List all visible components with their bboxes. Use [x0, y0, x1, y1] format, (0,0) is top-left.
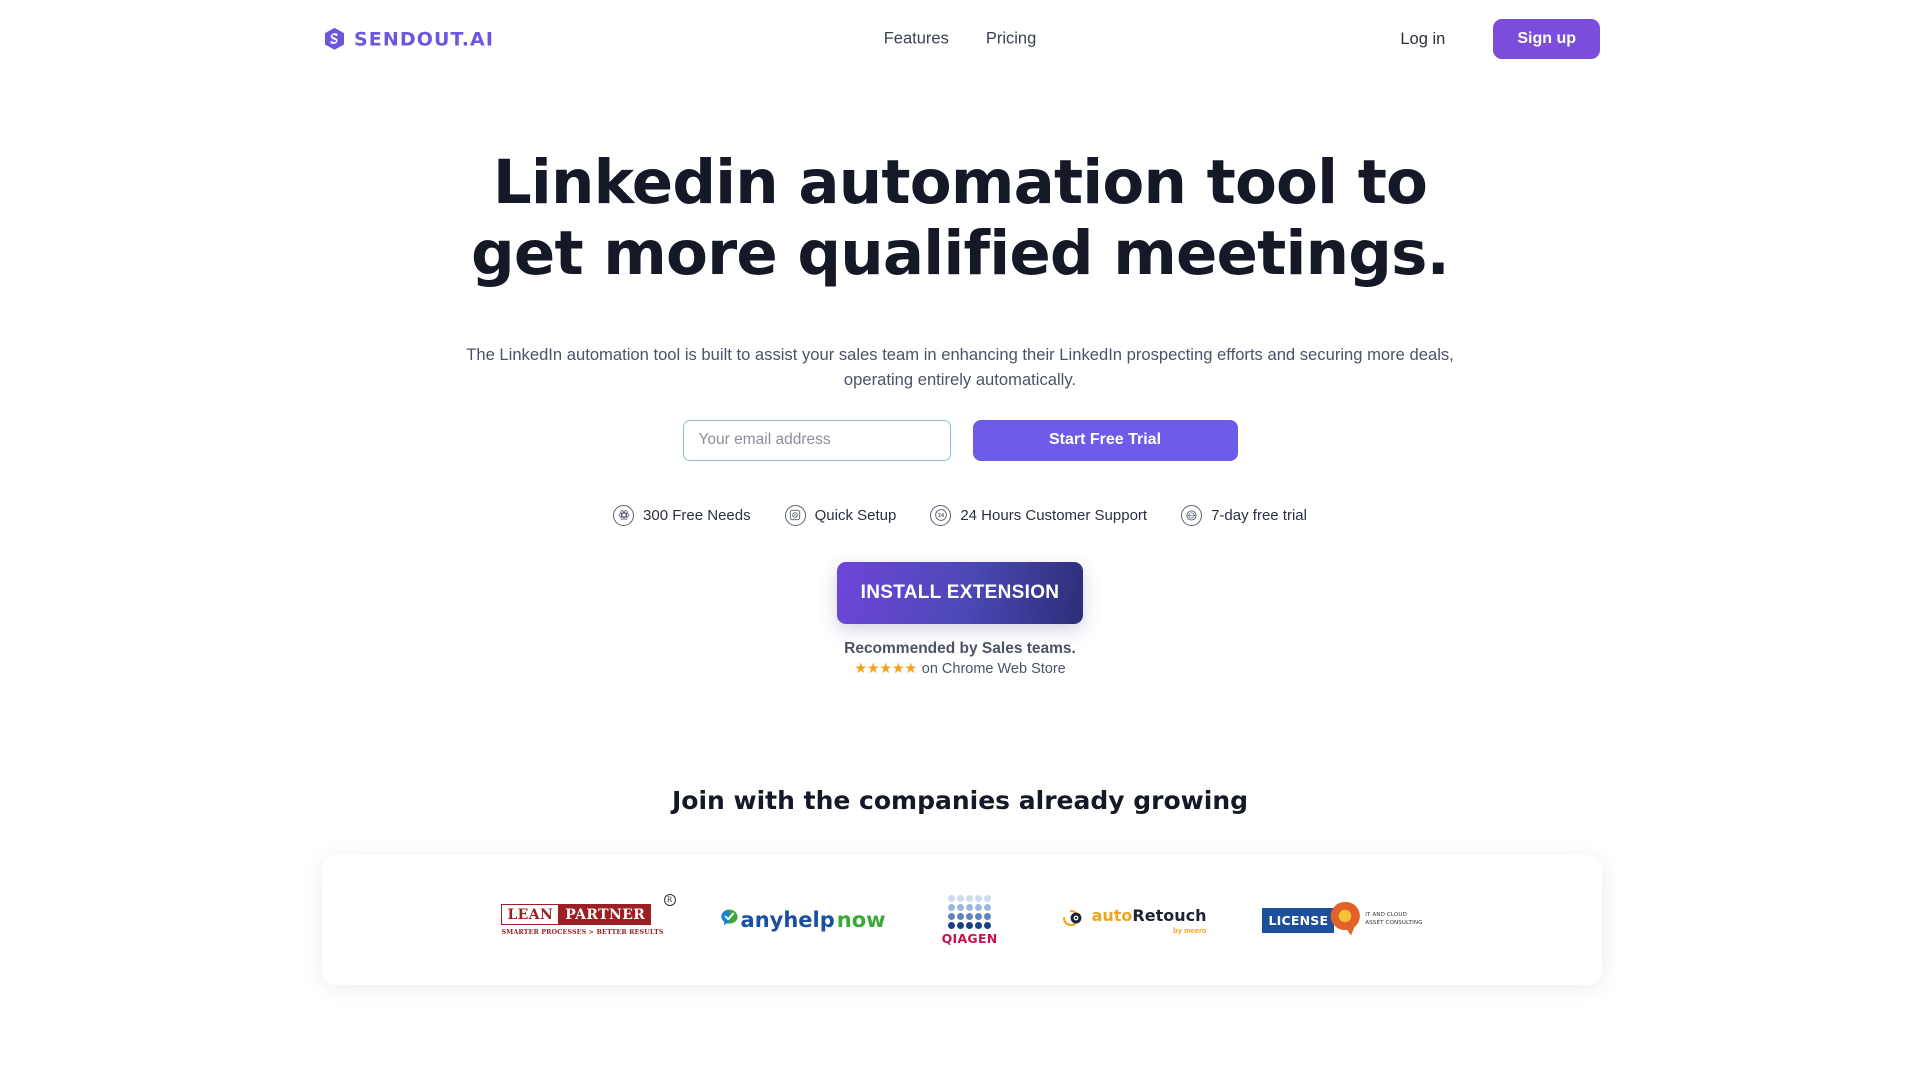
hero-section: Linkedin automation tool to get more qua… [0, 147, 1920, 677]
svg-text:24: 24 [938, 514, 944, 520]
check-bubble-icon [720, 908, 739, 932]
autoretouch-sub: by meero [1173, 925, 1207, 935]
logo-lean-partner: LEAN PARTNER R SMARTER PROCESSES > BETTE… [501, 894, 676, 936]
logo-anyhelpnow: anyhelp now [720, 908, 886, 932]
star-rating: ★★★★★ [854, 660, 917, 677]
hero-subtitle: The LinkedIn automation tool is built to… [466, 344, 1454, 389]
badge-label: 300 Free Needs [643, 506, 751, 524]
badge-label: Quick Setup [814, 506, 897, 524]
badge-24-hours-support: 24 24 Hours Customer Support [930, 504, 1148, 526]
license-word: LICENSE [1262, 907, 1335, 933]
nav-item-pricing[interactable]: Pricing [986, 30, 1036, 49]
license-q-tagline: IT AND CLOUD ASSET CONSULTING [1365, 912, 1422, 927]
login-link[interactable]: Log in [1400, 30, 1445, 49]
signup-form: Start Free Trial [0, 419, 1920, 461]
logo-qiagen: QIAGEN [941, 894, 998, 946]
install-extension-button[interactable]: INSTALL EXTENSION [837, 561, 1083, 624]
license-q-icon [1328, 900, 1362, 941]
autoretouch-part-two: Retouch [1132, 905, 1207, 925]
license-q-tagline-line-two: ASSET CONSULTING [1365, 920, 1423, 926]
header-actions: Log in Sign up [1400, 19, 1600, 59]
rating-line: ★★★★★ on Chrome Web Store [854, 661, 1066, 677]
feature-badges: 300 Free Needs Quick Setup 24 24 Hours C… [0, 504, 1920, 526]
lean-partner-tagline: SMARTER PROCESSES > BETTER RESULTS [501, 928, 664, 936]
company-logos-card: LEAN PARTNER R SMARTER PROCESSES > BETTE… [322, 855, 1602, 985]
page-title: Linkedin automation tool to get more qua… [471, 147, 1450, 289]
lean-partner-word-one: LEAN [501, 904, 560, 925]
qiagen-wordmark: QIAGEN [941, 930, 998, 946]
target-icon [784, 504, 806, 526]
main-nav: Features Pricing [884, 30, 1037, 49]
start-free-trial-button[interactable]: Start Free Trial [972, 419, 1238, 461]
anyhelpnow-part-two: now [836, 908, 886, 932]
chrome-store-text: on Chrome Web Store [921, 660, 1066, 677]
settings-gear-icon [613, 504, 635, 526]
badge-label: 7-day free trial [1211, 506, 1307, 524]
recommendation-text: Recommended by Sales teams. [844, 639, 1076, 657]
email-input[interactable] [682, 419, 951, 461]
clock-24-icon: 24 [930, 504, 952, 526]
companies-heading: Join with the companies already growing [671, 786, 1249, 815]
site-header: SENDOUT.AI Features Pricing Log in Sign … [0, 0, 1920, 78]
badge-7-day-trial: 7-day free trial [1181, 504, 1307, 526]
logo-license-q: LICENSE IT AND CLOUD ASSET CONSULTING [1262, 900, 1422, 941]
qiagen-dot-grid-icon [948, 894, 992, 929]
aperture-icon [1054, 908, 1085, 933]
anyhelpnow-part-one: anyhelp [740, 908, 835, 932]
logo-autoretouch: autoRetouch by meero [1054, 905, 1207, 935]
badge-label: 24 Hours Customer Support [960, 506, 1148, 524]
badge-300-free-needs: 300 Free Needs [613, 504, 751, 526]
autoretouch-part-one: auto [1091, 905, 1133, 925]
seal-badge-icon [1181, 504, 1203, 526]
hexagon-swoosh-icon [322, 27, 347, 52]
nav-item-features[interactable]: Features [884, 30, 949, 49]
lean-partner-word-two: PARTNER [559, 904, 652, 925]
brand-logo[interactable]: SENDOUT.AI [322, 27, 494, 52]
registered-mark-icon: R [663, 894, 676, 906]
signup-button[interactable]: Sign up [1493, 19, 1600, 59]
brand-name: SENDOUT.AI [354, 28, 494, 50]
badge-quick-setup: Quick Setup [784, 504, 897, 526]
landing-page: SENDOUT.AI Features Pricing Log in Sign … [0, 0, 1920, 1080]
license-q-tagline-line-one: IT AND CLOUD [1365, 912, 1407, 919]
install-section: INSTALL EXTENSION Recommended by Sales t… [0, 561, 1920, 677]
